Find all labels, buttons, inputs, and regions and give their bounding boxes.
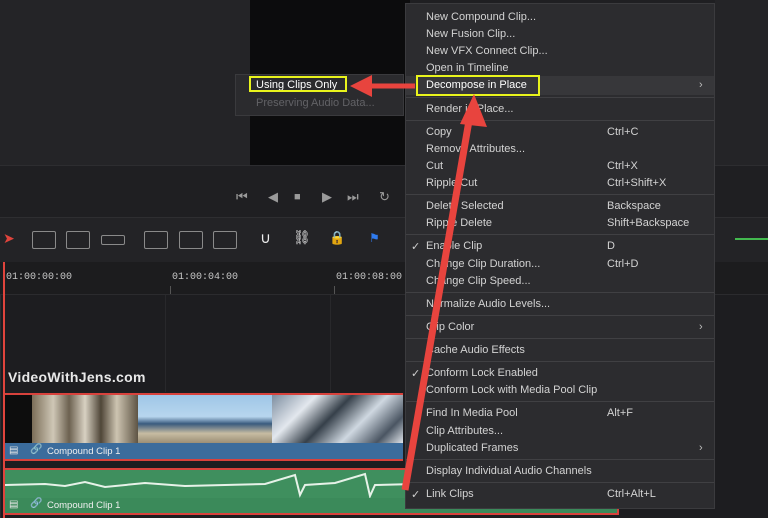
arrow-from-link-clips bbox=[401, 94, 487, 491]
annotation-arrows bbox=[350, 75, 487, 491]
arrow-to-submenu bbox=[350, 75, 415, 97]
